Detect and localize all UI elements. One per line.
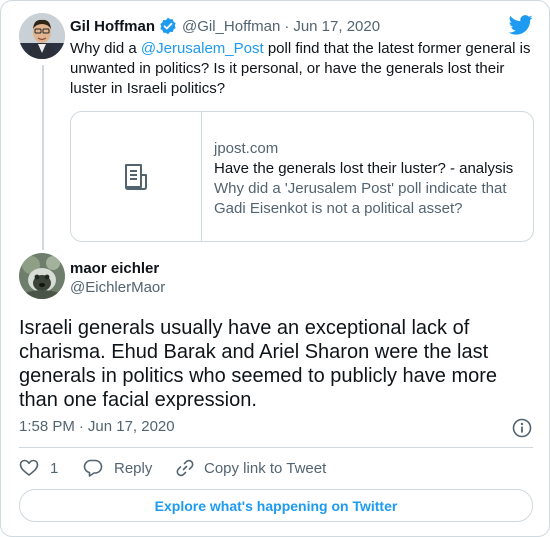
tweet-embed-card: Gil Hoffman @Gil_Hoffman · Jun 17, 2020 …	[0, 0, 550, 537]
tweet-timestamp[interactable]: 1:58 PM · Jun 17, 2020	[19, 418, 175, 435]
explore-label: Explore what's happening on Twitter	[154, 497, 398, 514]
info-icon[interactable]	[512, 418, 532, 438]
thread-connector	[42, 65, 44, 250]
timestamp-separator: ·	[78, 418, 84, 435]
twitter-bird-icon[interactable]	[508, 15, 533, 35]
divider	[19, 447, 533, 448]
tweet-author-handle[interactable]: @EichlerMaor	[70, 279, 165, 296]
gil-hoffman-avatar[interactable]	[19, 13, 65, 59]
reply-label: Reply	[114, 459, 153, 477]
mention-link[interactable]: @Jerusalem_Post	[141, 40, 264, 57]
reply-button[interactable]: Reply	[83, 458, 152, 478]
reply-to-text: Why did a @Jerusalem_Post poll find that…	[70, 39, 532, 99]
link-preview-text: jpost.com Have the generals lost their l…	[214, 139, 524, 219]
like-button[interactable]: 1	[19, 458, 58, 478]
maor-eichler-avatar[interactable]	[19, 253, 65, 299]
link-domain: jpost.com	[214, 140, 279, 157]
link-icon	[175, 458, 195, 478]
tweet-author-name[interactable]: maor eichler	[70, 260, 165, 277]
document-icon	[123, 163, 149, 191]
reply-to-name[interactable]: Gil Hoffman	[70, 18, 155, 35]
explore-twitter-button[interactable]: Explore what's happening on Twitter	[19, 489, 533, 522]
reply-to-header: Gil Hoffman @Gil_Hoffman · Jun 17, 2020	[70, 17, 380, 35]
tweet-date[interactable]: Jun 17, 2020	[88, 418, 175, 435]
like-count: 1	[50, 459, 59, 477]
link-description: Why did a 'Jerusalem Post' poll indicate…	[214, 180, 507, 217]
tweet-author: maor eichler @EichlerMaor	[70, 260, 165, 296]
reply-to-date[interactable]: Jun 17, 2020	[293, 18, 380, 35]
link-preview-card[interactable]: jpost.com Have the generals lost their l…	[70, 111, 534, 242]
reply-to-text-start: Why did a	[70, 40, 141, 57]
reply-to-handle[interactable]: @Gil_Hoffman	[182, 18, 280, 35]
reply-bubble-icon	[83, 458, 103, 478]
tweet-text: Israeli generals usually have an excepti…	[19, 317, 498, 411]
separator-dot: ·	[284, 17, 290, 35]
link-preview-thumbnail	[71, 112, 202, 241]
copy-link-label: Copy link to Tweet	[204, 459, 327, 477]
link-title: Have the generals lost their luster? - a…	[214, 160, 514, 177]
copy-link-button[interactable]: Copy link to Tweet	[175, 458, 326, 478]
tweet-time[interactable]: 1:58 PM	[19, 418, 75, 435]
verified-badge-icon	[159, 17, 177, 35]
heart-icon	[19, 458, 39, 478]
